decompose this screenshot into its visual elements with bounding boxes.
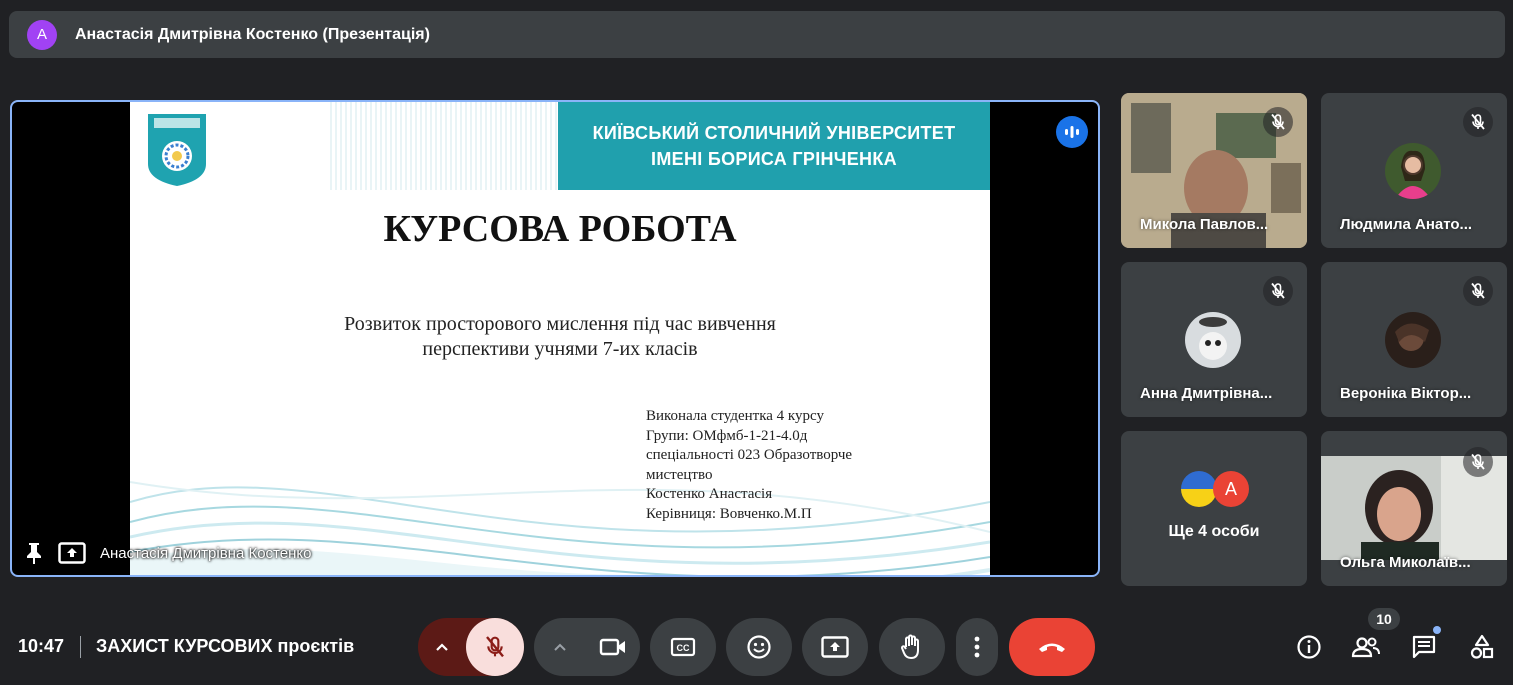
camera-toggle-button[interactable]	[586, 618, 640, 676]
end-call-icon	[1039, 643, 1065, 652]
chat-icon	[1412, 635, 1436, 659]
camera-icon	[599, 638, 625, 656]
slide-title: КУРСОВА РОБОТА	[383, 208, 737, 250]
audio-options-button[interactable]	[418, 618, 466, 676]
video-options-button[interactable]	[534, 618, 586, 676]
participant-name: Вероніка Віктор...	[1340, 385, 1472, 402]
participant-name: Людмила Анато...	[1340, 216, 1473, 233]
presenter-name: Анастасія Дмитрівна Костенко	[100, 544, 312, 562]
mic-control-group	[418, 618, 524, 676]
presentation-slide: КИЇВСЬКИЙ СТОЛИЧНИЙ УНІВЕРСИТЕТ ІМЕНІ БО…	[130, 102, 990, 575]
mic-toggle-button[interactable]	[466, 618, 524, 676]
slide-subtitle: Розвиток просторового мислення під час в…	[250, 312, 870, 362]
reactions-button[interactable]	[726, 618, 792, 676]
presentation-tile[interactable]: КИЇВСЬКИЙ СТОЛИЧНИЙ УНІВЕРСИТЕТ ІМЕНІ БО…	[10, 100, 1100, 577]
muted-mic-icon	[1263, 276, 1293, 306]
emoji-icon	[747, 635, 771, 659]
muted-mic-icon	[1263, 107, 1293, 137]
pin-icon[interactable]	[24, 541, 44, 565]
meeting-details-button[interactable]	[1292, 630, 1326, 664]
activities-icon	[1470, 634, 1494, 659]
call-controls-bar: 10:47 ЗАХИСТ КУРСОВИХ проєктів CC 10	[0, 600, 1513, 685]
avatar	[1185, 312, 1241, 368]
presentation-header: А Анастасія Дмитрівна Костенко (Презента…	[9, 11, 1505, 58]
info-line: мистецтво	[646, 466, 713, 483]
presentation-title: Анастасія Дмитрівна Костенко (Презентаці…	[75, 25, 430, 43]
slide-subtitle-line-1: Розвиток просторового мислення під час в…	[344, 313, 776, 335]
raise-hand-button[interactable]	[879, 618, 945, 676]
participants-count-badge: 10	[1368, 608, 1400, 630]
muted-mic-icon	[1463, 447, 1493, 477]
speaking-indicator-icon	[1056, 116, 1088, 148]
avatar: А	[1213, 471, 1249, 507]
clock: 10:47	[18, 636, 65, 656]
participant-name: Микола Павлов...	[1140, 216, 1269, 233]
info-line: Костенко Анастасія	[646, 486, 773, 502]
slide-subtitle-line-2: перспективи учнями 7-их класів	[422, 338, 698, 360]
participant-tile[interactable]: Анна Дмитрівна...	[1121, 262, 1307, 417]
flag-avatar	[1181, 471, 1217, 507]
participant-name: Анна Дмитрівна...	[1140, 385, 1273, 402]
avatar	[1385, 143, 1441, 199]
divider	[80, 636, 81, 658]
university-crest-icon	[148, 114, 206, 186]
captions-button[interactable]: CC	[650, 618, 716, 676]
presentation-tile-footer: Анастасія Дмитрівна Костенко	[24, 541, 311, 565]
info-line: Групи: ОМфмб-1-21-4.0д	[646, 427, 808, 444]
leave-call-button[interactable]	[1009, 618, 1095, 676]
chat-button[interactable]	[1407, 626, 1441, 664]
svg-text:CC: CC	[677, 643, 690, 653]
university-banner: КИЇВСЬКИЙ СТОЛИЧНИЙ УНІВЕРСИТЕТ ІМЕНІ БО…	[558, 102, 990, 190]
meeting-name: ЗАХИСТ КУРСОВИХ проєктів	[96, 636, 355, 656]
closed-captions-icon: CC	[670, 637, 696, 657]
chevron-up-icon	[436, 643, 448, 651]
avatar	[1385, 312, 1441, 368]
university-line-1: КИЇВСЬКИЙ СТОЛИЧНИЙ УНІВЕРСИТЕТ	[592, 123, 956, 143]
more-participants-label: Ще 4 особи	[1168, 523, 1260, 540]
info-line: Виконала студентка 4 курсу	[646, 408, 824, 424]
chevron-up-icon	[554, 643, 566, 651]
info-line: спеціальності 023 Образотворче	[646, 447, 853, 463]
people-icon	[1351, 637, 1380, 658]
raise-hand-icon	[901, 634, 919, 659]
camera-control-group	[534, 618, 640, 676]
participant-tile[interactable]: Вероніка Віктор...	[1321, 262, 1507, 417]
people-button[interactable]	[1349, 630, 1383, 664]
avatar: А	[27, 19, 57, 50]
more-options-button[interactable]	[956, 618, 998, 676]
info-icon	[1297, 635, 1321, 659]
muted-mic-icon	[1463, 107, 1493, 137]
activities-button[interactable]	[1465, 630, 1499, 664]
university-line-2: ІМЕНІ БОРИСА ГРІНЧЕНКА	[651, 149, 897, 169]
more-vert-icon	[974, 636, 980, 658]
present-screen-icon	[821, 636, 849, 658]
present-now-button[interactable]	[802, 618, 868, 676]
muted-mic-icon	[1463, 276, 1493, 306]
slide-stripes	[330, 102, 560, 190]
participant-tile[interactable]: Людмила Анато...	[1321, 93, 1507, 248]
participant-name: Ольга Миколаїв...	[1340, 554, 1471, 571]
slide-author-info: Виконала студентка 4 курсу Групи: ОМфмб-…	[646, 407, 946, 524]
participant-tile[interactable]: Ольга Миколаїв...	[1321, 431, 1507, 586]
present-icon[interactable]	[58, 542, 86, 564]
info-line: Керівниця: Вовченко.М.П	[646, 505, 812, 522]
more-participants-tile[interactable]: А Ще 4 особи	[1121, 431, 1307, 586]
mic-off-icon	[486, 636, 504, 658]
unread-dot	[1433, 626, 1441, 634]
participant-tile[interactable]: Микола Павлов...	[1121, 93, 1307, 248]
